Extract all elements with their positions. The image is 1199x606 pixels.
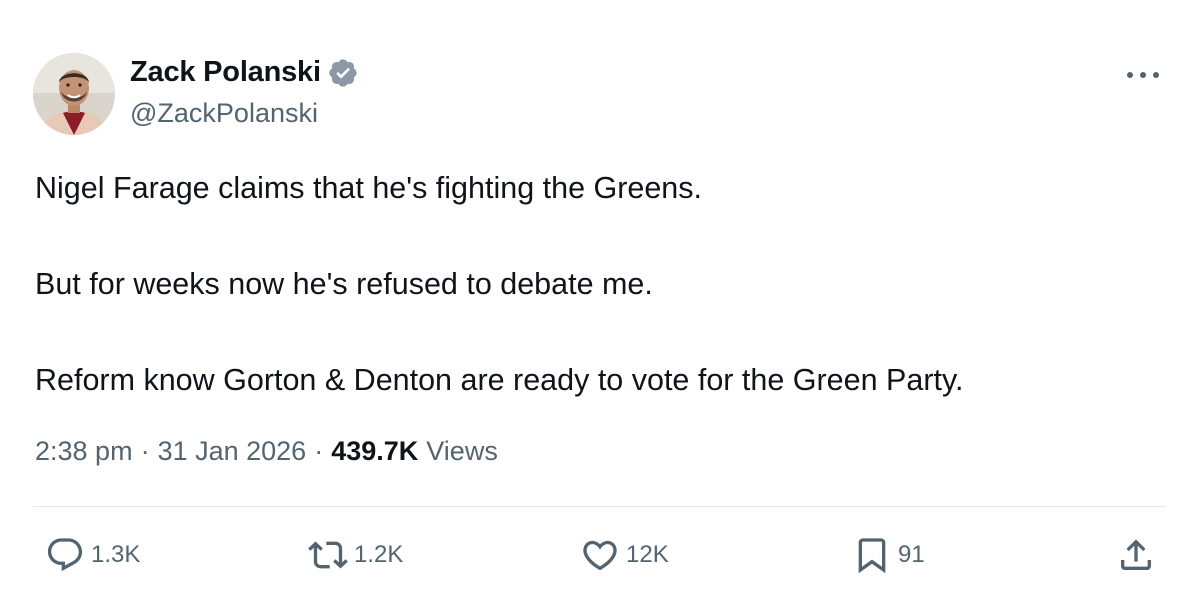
views-count: 439.7K — [331, 436, 419, 466]
tweet-time[interactable]: 2:38 pm — [35, 436, 133, 467]
tweet-paragraph: Reform know Gorton & Denton are ready to… — [35, 363, 964, 397]
like-count: 12K — [626, 541, 669, 568]
bookmark-icon — [858, 538, 886, 574]
action-bar: 1.3K 1.2K 12K 91 — [0, 533, 1199, 577]
reply-button[interactable]: 1.3K — [45, 535, 140, 575]
meta-separator: · — [314, 436, 324, 466]
retweet-button[interactable]: 1.2K — [308, 535, 403, 575]
tweet-meta: 2:38 pm · 31 Jan 2026 · 439.7K Views — [35, 436, 498, 467]
retweet-count: 1.2K — [354, 541, 404, 568]
retweet-icon — [308, 541, 348, 569]
divider — [33, 506, 1166, 507]
like-button[interactable]: 12K — [580, 535, 669, 575]
reply-count: 1.3K — [91, 541, 141, 568]
heart-icon — [583, 540, 617, 571]
share-button[interactable] — [1116, 535, 1156, 575]
verified-badge-icon[interactable] — [327, 57, 359, 89]
tweet-paragraph: But for weeks now he's refused to debate… — [35, 267, 653, 301]
tweet-card: Zack Polanski @ZackPolanski Nigel Farage… — [0, 0, 1199, 606]
views-label: Views — [426, 436, 498, 466]
avatar[interactable] — [33, 53, 115, 135]
reply-icon — [47, 538, 83, 572]
share-icon — [1121, 539, 1151, 570]
bookmark-count: 91 — [898, 541, 925, 568]
meta-separator: · — [140, 436, 150, 466]
tweet-paragraph: Nigel Farage claims that he's fighting t… — [35, 171, 702, 205]
more-dots-icon — [1127, 72, 1159, 78]
tweet-date[interactable]: 31 Jan 2026 — [158, 436, 307, 467]
more-options-button[interactable] — [1123, 60, 1163, 90]
author-name-text: Zack Polanski — [130, 56, 321, 88]
bookmark-button[interactable]: 91 — [852, 535, 925, 575]
profile-photo-icon — [33, 53, 115, 135]
author-name[interactable]: Zack Polanski — [130, 56, 359, 89]
tweet-text: Nigel Farage claims that he's fighting t… — [35, 168, 1165, 400]
author-handle[interactable]: @ZackPolanski — [130, 98, 318, 129]
